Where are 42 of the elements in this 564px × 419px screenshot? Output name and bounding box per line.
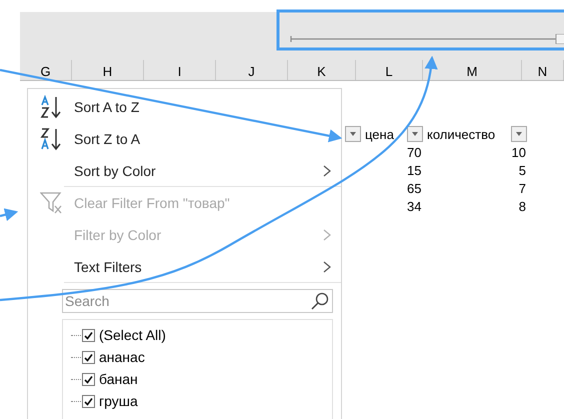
filter-dropdown-button[interactable] [511, 126, 527, 142]
value-label: (Select All) [99, 327, 166, 343]
search-icon [311, 292, 329, 310]
value-label: банан [99, 371, 138, 387]
caret-down-icon [516, 132, 522, 136]
column-header[interactable]: N [522, 60, 564, 80]
menu-item[interactable]: Sort A to Z [28, 91, 341, 123]
column-header[interactable]: H [72, 60, 144, 80]
checkbox[interactable] [82, 372, 95, 386]
column-header[interactable]: I [144, 60, 216, 80]
column-header[interactable]: G [20, 60, 72, 80]
header-cell-text: количество [426, 126, 496, 142]
chevron-right-icon [323, 229, 331, 241]
filter-dropdown-button[interactable] [345, 126, 361, 142]
value-label: груша [99, 393, 138, 409]
column-header[interactable]: L [356, 60, 423, 80]
checkbox[interactable] [82, 350, 95, 364]
table-cell-text: 8 [518, 198, 526, 214]
menu-item[interactable]: Sort Z to A [28, 123, 341, 155]
table-cell: 15 [407, 162, 422, 178]
checkbox[interactable] [82, 394, 95, 408]
menu-item[interactable]: Text Filters [28, 251, 341, 283]
value-label: ананас [99, 349, 145, 365]
column-header[interactable]: J [216, 60, 288, 80]
chevron-right-icon [323, 165, 331, 177]
table-cell-text: 10 [510, 144, 526, 160]
search-field[interactable]: Search [62, 289, 333, 313]
column-header[interactable]: K [288, 60, 356, 80]
search-input[interactable]: Search [63, 293, 311, 309]
filter-dropdown-button[interactable] [407, 126, 423, 142]
menu-item[interactable]: Sort by Color [28, 155, 341, 187]
table-cell: 70 [407, 144, 422, 160]
table-cell: 65 [407, 180, 422, 196]
checkbox[interactable] [82, 328, 95, 342]
table-cell: 34 [407, 198, 422, 214]
table-cell-text: 5 [518, 162, 526, 178]
column-header[interactable]: M [423, 60, 522, 80]
chevron-right-icon [323, 261, 331, 273]
header-cell-text: цена [364, 126, 395, 142]
caret-down-icon [412, 132, 418, 136]
caret-down-icon [350, 132, 356, 136]
table-cell-text: 7 [518, 180, 526, 196]
